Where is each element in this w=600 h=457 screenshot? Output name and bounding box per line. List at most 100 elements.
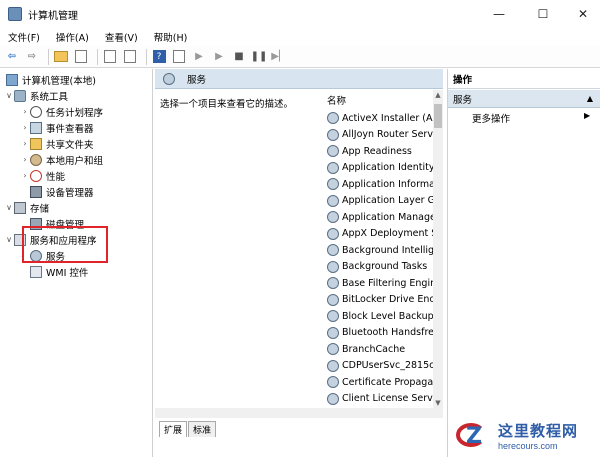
- chevron-down-icon[interactable]: ∨: [4, 203, 14, 212]
- wmi-icon: [30, 265, 42, 278]
- service-row[interactable]: Background Tasks: [323, 259, 433, 275]
- menu-view[interactable]: 查看(V): [97, 30, 146, 44]
- tree-item-storage[interactable]: ∨ 存储: [4, 200, 49, 215]
- service-row[interactable]: Application Manage: [323, 209, 433, 225]
- more-actions-link[interactable]: 更多操作: [472, 111, 510, 125]
- watermark: Z 这里教程网 herecours.com: [452, 414, 600, 457]
- chevron-right-icon[interactable]: ▶: [584, 111, 590, 120]
- gear-icon: [327, 343, 339, 355]
- menu-file[interactable]: 文件(F): [0, 30, 48, 44]
- horizontal-scrollbar[interactable]: [155, 408, 443, 418]
- chevron-right-icon[interactable]: ›: [20, 107, 30, 116]
- gear-icon: [327, 161, 339, 174]
- tree-item-local-users[interactable]: › 本地用户和组: [20, 152, 103, 167]
- tree-item-task-scheduler[interactable]: › 任务计划程序: [20, 104, 103, 119]
- chevron-down-icon[interactable]: ∨: [4, 235, 14, 244]
- menu-action[interactable]: 操作(A): [48, 30, 97, 44]
- refresh-button[interactable]: [102, 49, 118, 65]
- service-row[interactable]: App Readiness: [323, 143, 433, 159]
- chevron-right-icon[interactable]: ›: [20, 139, 30, 148]
- scrollbar-thumb[interactable]: [434, 104, 442, 128]
- tree-item-system-tools[interactable]: ∨ 系统工具: [4, 88, 68, 103]
- up-folder-button[interactable]: [53, 49, 69, 65]
- service-row[interactable]: AllJoyn Router Serv: [323, 127, 433, 143]
- service-row[interactable]: ActiveX Installer (Ax: [323, 110, 433, 126]
- back-arrow-icon[interactable]: ⇦: [4, 49, 20, 65]
- folder-icon: [54, 51, 68, 62]
- description-text: 选择一个项目来查看它的描述。: [160, 99, 294, 110]
- start-service-alt-button[interactable]: ▶: [211, 49, 227, 65]
- forward-arrow-icon[interactable]: ⇨: [24, 49, 40, 65]
- tools-icon: [14, 89, 26, 102]
- collapse-up-icon[interactable]: ▲: [587, 94, 593, 103]
- properties-button[interactable]: [171, 49, 187, 65]
- service-row[interactable]: BranchCache: [323, 341, 433, 357]
- tree-item-event-viewer[interactable]: › 事件查看器: [20, 120, 94, 135]
- tree-label: 系统工具: [30, 91, 69, 103]
- stop-service-button[interactable]: ■: [231, 49, 247, 65]
- tree-label: 任务计划程序: [46, 107, 104, 119]
- tree-label: 性能: [46, 171, 66, 183]
- chevron-right-icon[interactable]: ›: [20, 155, 30, 164]
- toolbar-divider: [146, 48, 147, 65]
- service-row[interactable]: Block Level Backup: [323, 308, 433, 324]
- toolbar: ⇦ ⇨ ? ▶ ▶ ■ ❚❚ ▶▏: [0, 46, 600, 68]
- chevron-right-icon[interactable]: ›: [20, 171, 30, 180]
- vertical-scrollbar[interactable]: ▲ ▼: [433, 90, 443, 408]
- tree-label: 设备管理器: [46, 187, 94, 199]
- service-name: Client License Servic: [342, 393, 433, 404]
- help-button[interactable]: ?: [151, 49, 167, 65]
- tree-item-device-manager[interactable]: 设备管理器: [30, 184, 94, 199]
- tree-item-performance[interactable]: › 性能: [20, 168, 65, 183]
- service-name: Background Tasks: [342, 261, 428, 272]
- pause-service-button[interactable]: ❚❚: [251, 49, 268, 65]
- scroll-up-icon[interactable]: ▲: [433, 90, 443, 100]
- computer-icon: [6, 73, 18, 86]
- close-button[interactable]: ✕: [560, 0, 600, 28]
- menu-bar: 文件(F) 操作(A) 查看(V) 帮助(H): [0, 28, 600, 46]
- column-header-name[interactable]: 名称: [323, 90, 433, 110]
- tab-extended[interactable]: 扩展: [159, 421, 188, 437]
- tree-label: 本地用户和组: [46, 155, 104, 167]
- services-pane-header: 服务: [155, 69, 443, 89]
- export-icon: [124, 50, 136, 63]
- service-row[interactable]: Certificate Propaga: [323, 374, 433, 390]
- refresh-icon: [104, 50, 116, 63]
- service-row[interactable]: Base Filtering Engin: [323, 275, 433, 291]
- view-tabs: 扩展 标准: [155, 420, 443, 437]
- actions-title: 操作: [448, 69, 600, 89]
- users-icon: [30, 153, 42, 166]
- service-row[interactable]: Background Intellig: [323, 242, 433, 258]
- chevron-right-icon[interactable]: ›: [20, 123, 30, 132]
- service-row[interactable]: Bluetooth Handsfre: [323, 325, 433, 341]
- tree-item-shared-folders[interactable]: › 共享文件夹: [20, 136, 94, 151]
- tree-label: 事件查看器: [46, 123, 94, 135]
- chevron-down-icon[interactable]: ∨: [4, 91, 14, 100]
- service-name: App Readiness: [342, 145, 412, 157]
- service-name: Block Level Backup: [342, 310, 433, 322]
- service-row[interactable]: Client License Servic: [323, 391, 433, 407]
- actions-section-services[interactable]: 服务 ▲: [448, 90, 600, 108]
- storage-icon: [14, 201, 26, 214]
- service-row[interactable]: AppX Deployment S: [323, 226, 433, 242]
- tree-item-wmi[interactable]: WMI 控件: [30, 264, 88, 279]
- service-row[interactable]: BitLocker Drive Enc: [323, 292, 433, 308]
- menu-help[interactable]: 帮助(H): [146, 30, 196, 44]
- tab-standard[interactable]: 标准: [188, 421, 217, 437]
- console-tree-icon: [75, 50, 87, 63]
- scroll-down-icon[interactable]: ▼: [433, 398, 443, 408]
- minimize-button[interactable]: —: [476, 0, 522, 28]
- service-row[interactable]: Application Layer G: [323, 193, 433, 209]
- service-row[interactable]: Application Identity: [323, 160, 433, 176]
- show-hide-tree-button[interactable]: [73, 49, 89, 65]
- tree-item-root[interactable]: 计算机管理(本地): [6, 72, 96, 87]
- service-row[interactable]: CDPUserSvc_2815c: [323, 358, 433, 374]
- window-title: 计算机管理: [28, 10, 78, 22]
- gear-icon: [327, 112, 339, 124]
- start-service-button[interactable]: ▶: [191, 49, 207, 65]
- restart-service-button[interactable]: ▶▏: [271, 49, 287, 65]
- tree-label: 存储: [30, 203, 50, 215]
- export-list-button[interactable]: [122, 49, 138, 65]
- service-row[interactable]: Application Informa: [323, 176, 433, 192]
- service-name: AllJoyn Router Serv: [342, 129, 433, 140]
